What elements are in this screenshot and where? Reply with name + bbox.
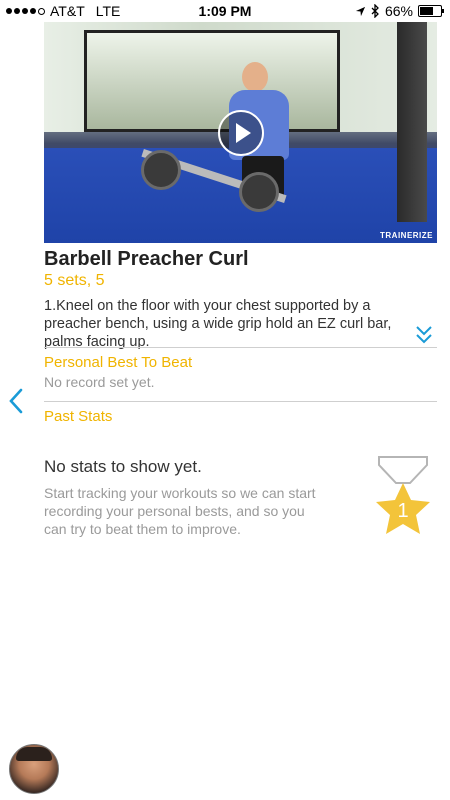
video-rack-scene xyxy=(397,22,427,222)
medal-icon: 1 xyxy=(376,456,430,534)
location-arrow-icon xyxy=(355,6,366,16)
empty-stats-title: No stats to show yet. xyxy=(44,457,202,476)
video-window-scene xyxy=(84,30,340,132)
video-watermark: TRAINERIZE xyxy=(380,231,433,240)
status-bar: AT&T LTE 1:09 PM 66% xyxy=(0,0,450,22)
video-bench xyxy=(139,142,289,212)
personal-best-label: Personal Best To Beat xyxy=(44,354,193,371)
play-icon[interactable] xyxy=(218,110,264,156)
avatar[interactable] xyxy=(9,744,59,794)
past-stats-label[interactable]: Past Stats xyxy=(44,408,112,425)
chevron-left-icon[interactable] xyxy=(8,388,24,414)
status-right: 66% xyxy=(355,3,444,19)
empty-stats-body: Start tracking your workouts so we can s… xyxy=(44,485,316,537)
double-chevron-down-icon[interactable] xyxy=(414,324,434,346)
exercise-title: Barbell Preacher Curl xyxy=(44,248,249,270)
battery-fill xyxy=(420,7,434,15)
divider xyxy=(44,401,437,402)
battery-icon xyxy=(418,5,444,17)
personal-best-value: No record set yet. xyxy=(44,374,155,390)
exercise-video[interactable]: TRAINERIZE xyxy=(44,22,437,243)
divider xyxy=(44,347,437,348)
exercise-sets: 5 sets, 5 xyxy=(44,272,105,289)
battery-percent: 66% xyxy=(384,3,413,19)
medal-number: 1 xyxy=(397,500,408,522)
bluetooth-icon xyxy=(371,4,379,18)
exercise-description: 1.Kneel on the floor with your chest sup… xyxy=(44,298,392,350)
